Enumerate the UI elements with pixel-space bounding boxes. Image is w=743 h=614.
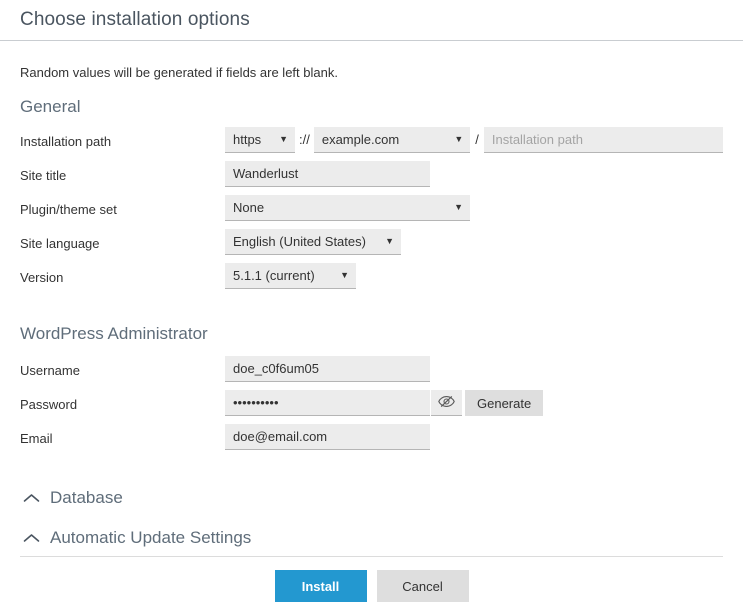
version-select[interactable]: 5.1.1 (current) ▼ — [225, 263, 356, 289]
path-separator: / — [470, 127, 484, 153]
scheme-select-value: https — [233, 132, 271, 147]
eye-slash-icon — [438, 395, 455, 411]
form-row-password: Password Generate — [20, 390, 723, 424]
scheme-separator: :// — [295, 127, 314, 153]
chevron-down-icon: ▼ — [279, 135, 288, 144]
label-site-title: Site title — [20, 161, 225, 184]
section-heading-administrator: WordPress Administrator — [20, 324, 723, 344]
installation-path-input[interactable] — [484, 127, 723, 153]
collapsible-section-automatic-update-settings[interactable]: Automatic Update Settings — [20, 528, 723, 548]
collapsible-label-automatic-update-settings: Automatic Update Settings — [50, 528, 251, 548]
username-input[interactable] — [225, 356, 430, 382]
chevron-down-icon: ▼ — [340, 271, 349, 280]
collapsible-label-database: Database — [50, 488, 123, 508]
form-row-site-language: Site language English (United States) ▼ — [20, 229, 723, 263]
collapsible-section-database[interactable]: Database — [20, 488, 723, 508]
chevron-down-icon: ▼ — [454, 135, 463, 144]
eye-slash-icon-button[interactable] — [431, 390, 462, 416]
username-control — [225, 356, 723, 382]
dialog-body: Random values will be generated if field… — [0, 65, 743, 548]
version-value: 5.1.1 (current) — [233, 268, 332, 283]
cancel-button[interactable]: Cancel — [377, 570, 469, 602]
plugin-theme-set-control: None ▼ — [225, 195, 723, 221]
page-title: Choose installation options — [20, 9, 250, 31]
chevron-down-icon: ▼ — [385, 237, 394, 246]
generate-password-button[interactable]: Generate — [465, 390, 543, 416]
form-row-site-title: Site title — [20, 161, 723, 195]
label-plugin-theme-set: Plugin/theme set — [20, 195, 225, 218]
hint-text: Random values will be generated if field… — [20, 65, 723, 80]
password-control: Generate — [225, 390, 723, 416]
email-input[interactable] — [225, 424, 430, 450]
form-row-plugin-theme-set: Plugin/theme set None ▼ — [20, 195, 723, 229]
version-control: 5.1.1 (current) ▼ — [225, 263, 723, 289]
installation-path-control: https ▼ :// example.com ▼ / — [225, 127, 723, 153]
dialog-footer: Install Cancel — [0, 556, 743, 602]
site-title-input[interactable] — [225, 161, 430, 187]
site-language-value: English (United States) — [233, 234, 377, 249]
chevron-up-icon — [20, 493, 42, 504]
site-language-select[interactable]: English (United States) ▼ — [225, 229, 401, 255]
plugin-theme-set-value: None — [233, 200, 446, 215]
label-installation-path: Installation path — [20, 127, 225, 150]
chevron-up-icon — [20, 533, 42, 544]
form-row-username: Username — [20, 356, 723, 390]
install-button[interactable]: Install — [275, 570, 367, 602]
label-email: Email — [20, 424, 225, 447]
label-password: Password — [20, 390, 225, 413]
form-row-email: Email — [20, 424, 723, 458]
label-site-language: Site language — [20, 229, 225, 252]
footer-buttons: Install Cancel — [20, 557, 723, 602]
password-input[interactable] — [225, 390, 430, 416]
domain-select-value: example.com — [322, 132, 446, 147]
chevron-down-icon: ▼ — [454, 203, 463, 212]
label-username: Username — [20, 356, 225, 379]
section-heading-general: General — [20, 97, 723, 117]
form-row-installation-path: Installation path https ▼ :// example.co… — [20, 127, 723, 161]
scheme-select[interactable]: https ▼ — [225, 127, 295, 153]
email-control — [225, 424, 723, 450]
domain-select[interactable]: example.com ▼ — [314, 127, 470, 153]
plugin-theme-set-select[interactable]: None ▼ — [225, 195, 470, 221]
label-version: Version — [20, 263, 225, 286]
dialog-header: Choose installation options — [0, 0, 743, 41]
form-row-version: Version 5.1.1 (current) ▼ — [20, 263, 723, 297]
site-title-control — [225, 161, 723, 187]
site-language-control: English (United States) ▼ — [225, 229, 723, 255]
